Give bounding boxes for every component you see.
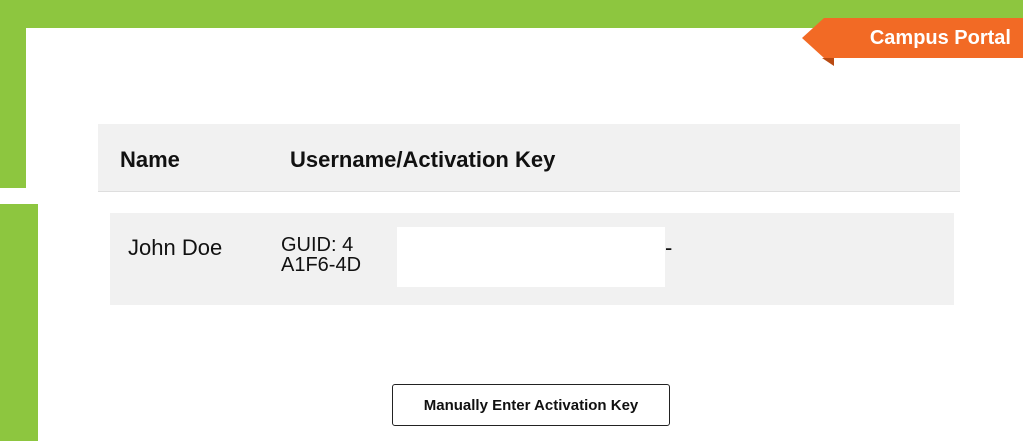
column-header-name: Name <box>120 147 180 172</box>
manually-enter-activation-key-button[interactable]: Manually Enter Activation Key <box>392 384 670 426</box>
campus-portal-label: Campus Portal <box>869 26 1011 49</box>
tab-fold-shadow <box>822 58 834 66</box>
student-name: John Doe <box>128 235 223 260</box>
table-row: John Doe GUID: 4 A1F6-4D - <box>110 213 954 305</box>
frame-left-border-lower <box>0 204 38 441</box>
frame-left-border <box>0 0 26 188</box>
campus-portal-tab: Campus Portal <box>802 18 1023 58</box>
column-header-activation-key: Username/Activation Key <box>290 147 556 172</box>
activation-key-line1: GUID: 4 <box>281 234 354 256</box>
activation-key-line2: A1F6-4D <box>281 254 362 276</box>
table-header: Name Username/Activation Key <box>98 124 960 192</box>
activation-key: GUID: 4 A1F6-4D <box>281 235 361 275</box>
activation-key-dash: - <box>665 235 673 260</box>
redaction-box <box>397 227 665 287</box>
